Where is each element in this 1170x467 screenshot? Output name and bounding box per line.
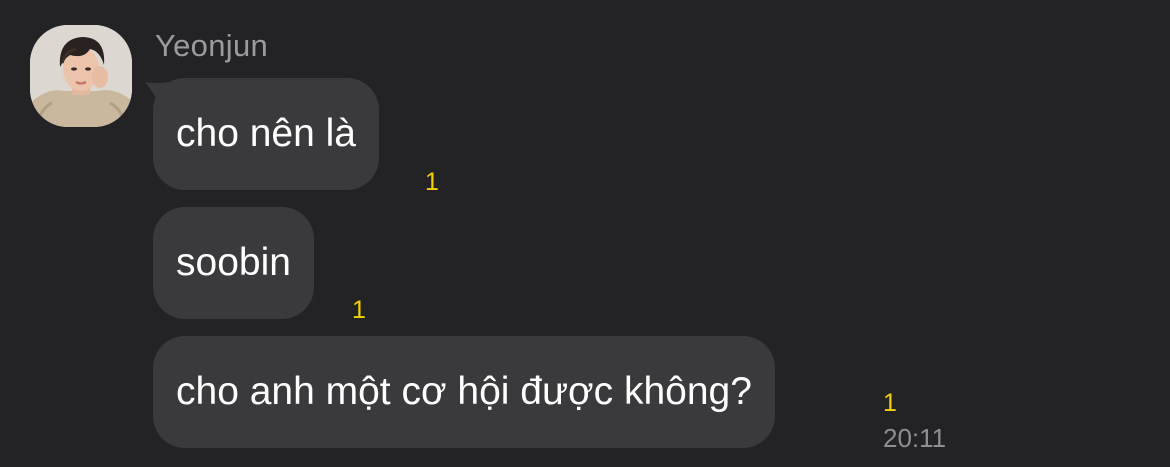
- unread-count: 1: [883, 389, 897, 417]
- profile-photo-icon: [30, 25, 132, 127]
- unread-count: 1: [425, 168, 439, 196]
- message-bubble[interactable]: soobin: [153, 207, 314, 319]
- sender-name: Yeonjun: [155, 28, 269, 63]
- message-timestamp: 20:11: [883, 423, 947, 453]
- message-bubble[interactable]: cho nên là: [153, 78, 379, 190]
- unread-count: 1: [352, 296, 366, 324]
- message-bubble[interactable]: cho anh một cơ hội được không?: [153, 336, 775, 448]
- avatar[interactable]: [30, 25, 132, 127]
